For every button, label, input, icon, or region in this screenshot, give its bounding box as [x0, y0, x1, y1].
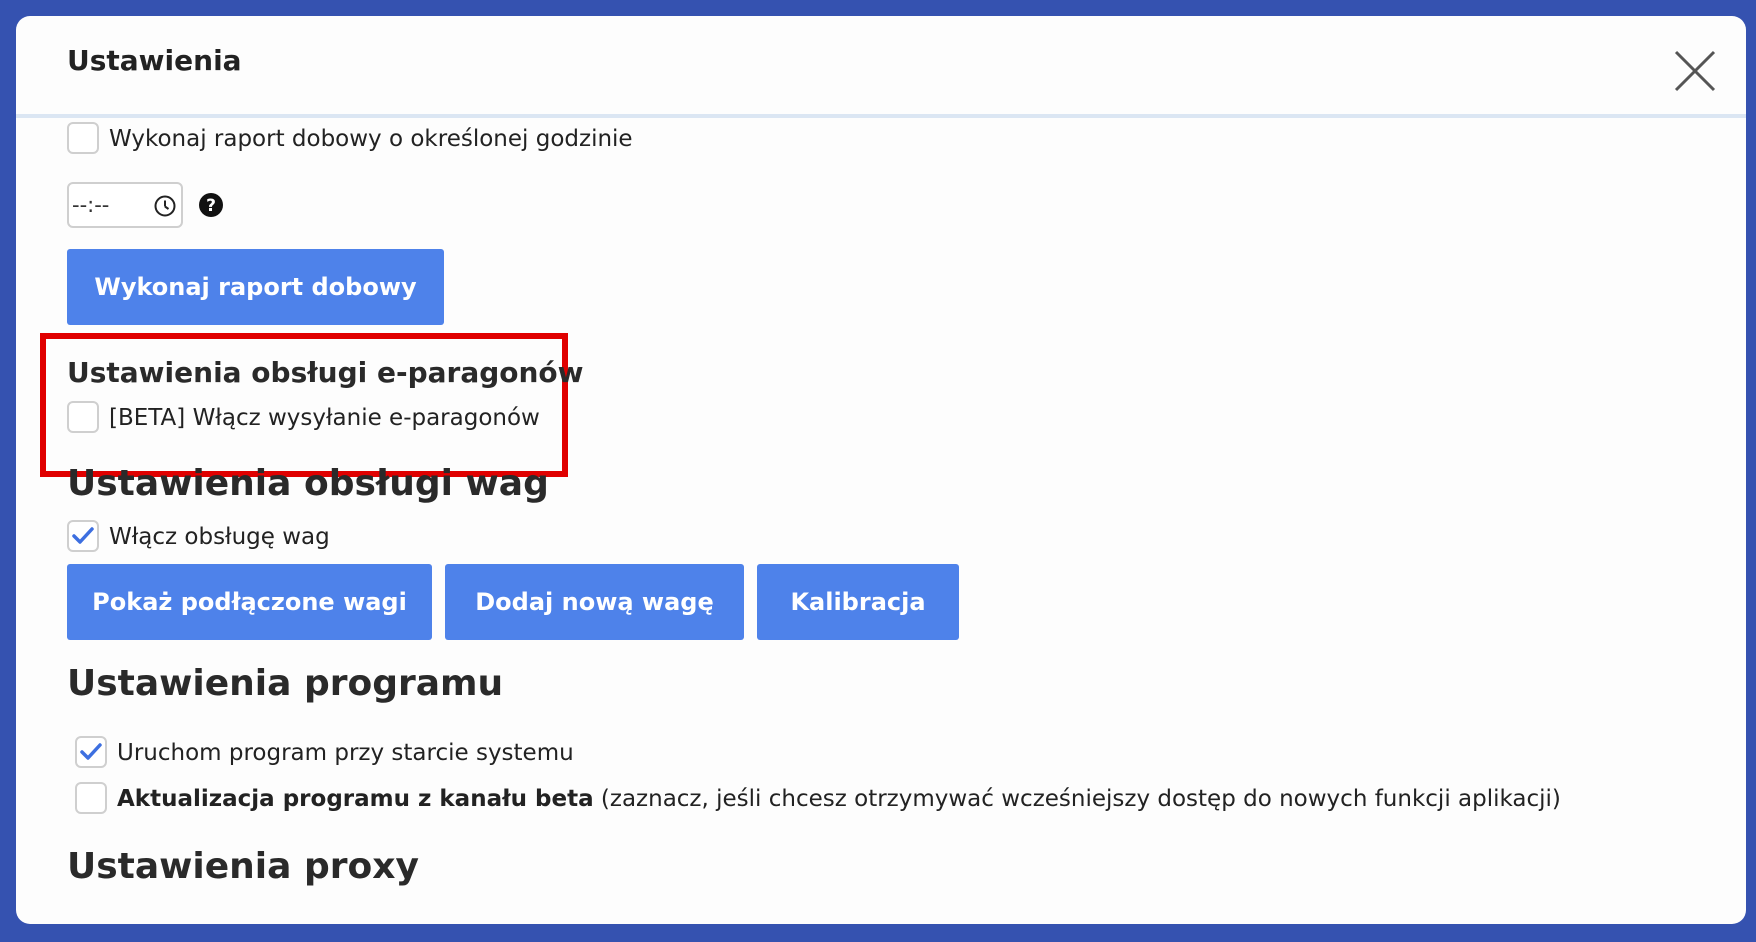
autostart-label: Uruchom program przy starcie systemu: [117, 740, 574, 766]
scales-section-title: Ustawienia obsługi wag: [67, 463, 549, 504]
svg-text:?: ?: [206, 196, 216, 216]
close-button[interactable]: [1670, 46, 1720, 96]
report-time-input[interactable]: --:--: [67, 182, 183, 228]
close-icon: [1674, 50, 1716, 92]
proxy-section-title: Ustawienia proxy: [67, 846, 419, 887]
add-new-scale-button[interactable]: Dodaj nową wagę: [445, 564, 744, 640]
clock-icon: [154, 195, 176, 217]
beta-channel-label-bold: Aktualizacja programu z kanału beta: [117, 786, 594, 812]
beta-channel-note: (zaznacz, jeśli chcesz otrzymywać wcześn…: [593, 786, 1561, 812]
beta-channel-label: Aktualizacja programu z kanału beta (zaz…: [117, 786, 1561, 812]
checkmark-icon: [72, 527, 94, 544]
settings-dialog: Ustawienia Wykonaj raport dobowy o okreś…: [16, 16, 1746, 924]
program-section-title: Ustawienia programu: [67, 663, 504, 704]
show-connected-scales-button[interactable]: Pokaż podłączone wagi: [67, 564, 432, 640]
question-circle-icon[interactable]: ?: [198, 192, 224, 218]
dialog-header: Ustawienia: [16, 16, 1746, 118]
dialog-title: Ustawienia: [67, 44, 242, 77]
daily-report-at-time-checkbox[interactable]: [67, 122, 99, 154]
autostart-checkbox[interactable]: [75, 736, 107, 768]
run-daily-report-button[interactable]: Wykonaj raport dobowy: [67, 249, 444, 325]
e-receipts-section-title: Ustawienia obsługi e-paragonów: [67, 356, 584, 389]
calibration-button[interactable]: Kalibracja: [757, 564, 959, 640]
beta-channel-checkbox[interactable]: [75, 782, 107, 814]
report-time-value: --:--: [72, 193, 110, 217]
enable-e-receipts-label: [BETA] Włącz wysyłanie e-paragonów: [109, 405, 540, 431]
enable-scales-label: Włącz obsługę wag: [109, 524, 330, 550]
daily-report-at-time-label: Wykonaj raport dobowy o określonej godzi…: [109, 126, 633, 152]
enable-scales-checkbox[interactable]: [67, 520, 99, 552]
enable-e-receipts-checkbox[interactable]: [67, 401, 99, 433]
checkmark-icon: [80, 743, 102, 760]
